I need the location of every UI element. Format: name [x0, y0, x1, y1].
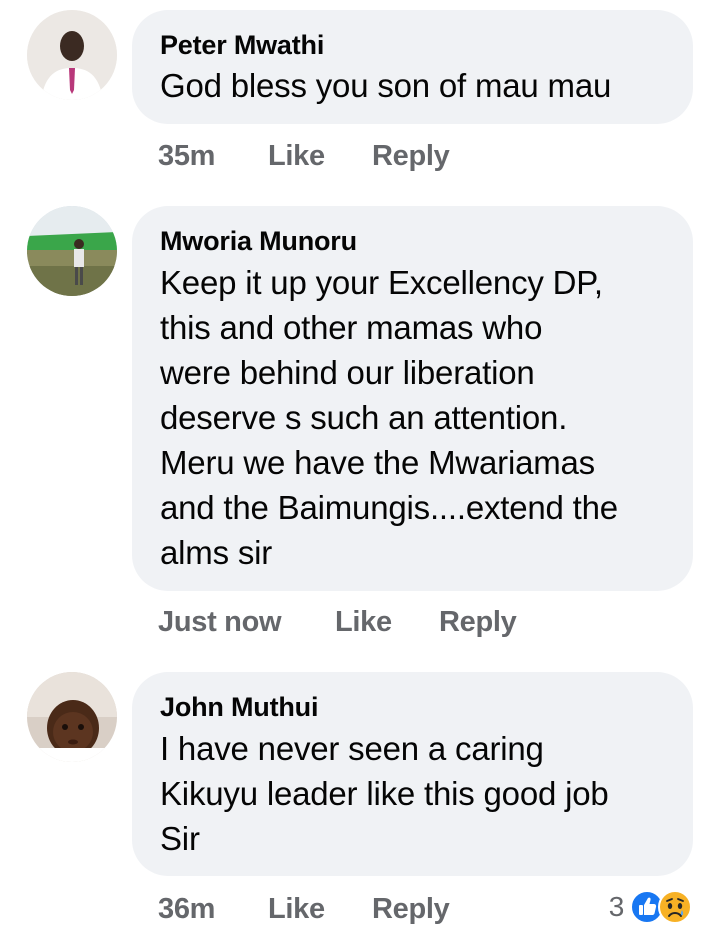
avatar[interactable]	[27, 206, 117, 296]
comment-bubble: Peter Mwathi God bless you son of mau ma…	[132, 10, 693, 124]
avatar-photo	[27, 206, 117, 296]
like-button[interactable]: Like	[268, 893, 325, 926]
comment-author[interactable]: Peter Mwathi	[160, 29, 665, 61]
like-button[interactable]: Like	[335, 606, 392, 639]
comment-text-line: deserve s such an attention.	[160, 399, 568, 436]
comment-text-line: and the Baimungis....extend the	[160, 489, 618, 526]
reaction-summary[interactable]: 3	[609, 887, 692, 927]
comment-text-line: were behind our liberation	[160, 354, 535, 391]
like-button[interactable]: Like	[268, 140, 325, 173]
avatar-photo	[27, 672, 117, 762]
avatar-photo	[27, 10, 117, 100]
comment-text-line: Kikuyu leader like this good job	[160, 775, 609, 812]
comment-timestamp[interactable]: Just now	[158, 606, 282, 639]
comment-author[interactable]: Mworia Munoru	[160, 225, 665, 257]
reply-button[interactable]: Reply	[439, 606, 517, 639]
comment-text-line: this and other mamas who	[160, 309, 543, 346]
comment-actions: 36m Like Reply 3	[158, 890, 692, 933]
comment-timestamp[interactable]: 36m	[158, 893, 215, 926]
reply-button[interactable]: Reply	[372, 893, 450, 926]
sad-icon	[658, 890, 692, 924]
comment-bubble: Mworia Munoru Keep it up your Excellency…	[132, 206, 693, 591]
reaction-count: 3	[608, 891, 625, 922]
comment-text-line: alms sir	[160, 534, 273, 571]
reply-button[interactable]: Reply	[372, 140, 450, 173]
avatar[interactable]	[27, 672, 117, 762]
comment-text-line: Sir	[160, 820, 200, 857]
avatar[interactable]	[27, 10, 117, 100]
comment-bubble: John Muthui I have never seen a caring K…	[132, 672, 693, 876]
comment-text-line: Meru we have the Mwariamas	[160, 444, 595, 481]
comment-author[interactable]: John Muthui	[160, 691, 665, 723]
comment-text-line: Keep it up your Excellency DP,	[160, 264, 603, 301]
comment-text-line: I have never seen a caring	[160, 730, 544, 767]
comment-text-line: God bless you son of mau mau	[160, 67, 612, 104]
comment-timestamp[interactable]: 35m	[158, 140, 215, 173]
